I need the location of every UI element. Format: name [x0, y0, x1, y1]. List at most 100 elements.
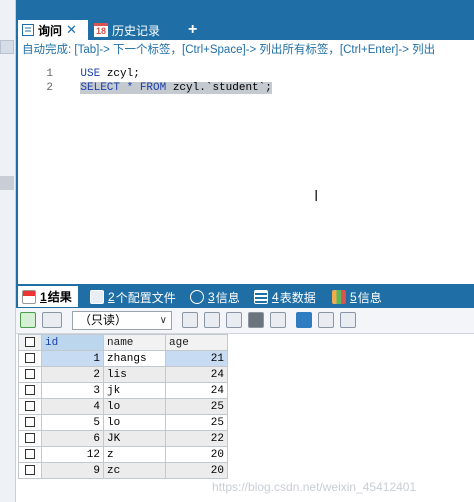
tab-history-label: 历史记录 — [112, 23, 161, 38]
tab-query-label: 询问 — [38, 23, 63, 38]
tab-info-num: 3 — [208, 290, 215, 304]
cell-age[interactable]: 20 — [165, 462, 228, 479]
info-icon — [190, 290, 204, 304]
tab-profile[interactable]: 2 个配置文件 — [90, 287, 176, 307]
tab-table-data[interactable]: 4 表数据 — [254, 287, 316, 307]
grid-view-icon[interactable] — [296, 312, 312, 328]
cell-id[interactable]: 4 — [41, 398, 104, 415]
tab-query[interactable]: 询问 ✕ — [18, 20, 88, 40]
sql-editor[interactable]: 自动完成: [Tab]-> 下一个标签，[Ctrl+Space]-> 列出所有标… — [16, 40, 474, 284]
cell-age[interactable]: 21 — [165, 350, 228, 367]
filter-icon[interactable] — [182, 312, 198, 328]
tab-profile-num: 2 — [108, 290, 115, 304]
cell-id[interactable]: 2 — [41, 366, 104, 383]
line-number: 2 — [46, 82, 54, 94]
open-editor-icon[interactable] — [204, 312, 220, 328]
info-chart-icon — [332, 290, 346, 304]
tab-table-data-label: 表数据 — [279, 290, 316, 305]
row-checkbox[interactable] — [18, 382, 42, 399]
tab-info-2-num: 5 — [350, 290, 357, 304]
cell-age[interactable]: 25 — [165, 398, 228, 415]
cell-name[interactable]: lo — [103, 398, 166, 415]
table-row[interactable]: 2 lis 24 — [18, 366, 228, 383]
cell-name[interactable]: JK — [103, 430, 166, 447]
result-tab-bar — [16, 284, 474, 308]
chevron-down-icon: ∨ — [159, 315, 167, 326]
cell-name[interactable]: zhangs — [103, 350, 166, 367]
grid-header-row: id name age — [18, 334, 228, 351]
cell-id[interactable]: 1 — [41, 350, 104, 367]
calendar-icon: 18 — [94, 23, 108, 37]
row-checkbox[interactable] — [18, 446, 42, 463]
code-line[interactable]: 1 USE zcyl; — [18, 56, 139, 80]
sql-keyword: SELECT * FROM — [80, 82, 167, 94]
row-checkbox[interactable] — [18, 350, 42, 367]
tab-profile-label: 个配置文件 — [115, 290, 176, 305]
tab-info-label: 信息 — [215, 290, 240, 305]
select-all-checkbox[interactable] — [18, 334, 42, 351]
row-checkbox[interactable] — [18, 366, 42, 383]
table-row[interactable]: 1 zhangs 21 — [18, 350, 228, 367]
tab-result-label: 结果 — [47, 290, 72, 304]
tab-table-data-num: 4 — [272, 290, 279, 304]
table-row[interactable]: 6 JK 22 — [18, 430, 228, 447]
code-line[interactable]: 2 SELECT * FROM zcyl.`student`; — [18, 70, 272, 94]
query-icon — [22, 24, 34, 36]
table-data-icon — [254, 290, 268, 304]
profile-icon — [90, 290, 104, 304]
column-header-name[interactable]: name — [103, 334, 166, 351]
save-icon[interactable] — [226, 312, 242, 328]
panel-marker-dark — [0, 176, 14, 190]
table-row[interactable]: 9 zc 20 — [18, 462, 228, 479]
cell-id[interactable]: 6 — [41, 430, 104, 447]
cell-id[interactable]: 9 — [41, 462, 104, 479]
row-checkbox[interactable] — [18, 430, 42, 447]
readonly-select-value: （只读） — [79, 313, 128, 327]
export-dropdown-icon[interactable] — [42, 312, 62, 328]
form-view-icon[interactable] — [318, 312, 334, 328]
tab-result-num: 1 — [40, 289, 47, 304]
cell-age[interactable]: 22 — [165, 430, 228, 447]
text-cursor-icon: I — [314, 188, 319, 205]
table-row[interactable]: 12 z 20 — [18, 446, 228, 463]
result-grid[interactable]: id name age 1 zhangs 21 2 lis 24 3 jk 24… — [18, 334, 228, 479]
autocomplete-hint: 自动完成: [Tab]-> 下一个标签，[Ctrl+Space]-> 列出所有标… — [22, 44, 436, 56]
panel-marker — [0, 40, 14, 54]
cell-age[interactable]: 20 — [165, 446, 228, 463]
cell-age[interactable]: 24 — [165, 366, 228, 383]
grid-result-icon — [22, 289, 36, 304]
cell-age[interactable]: 25 — [165, 414, 228, 431]
cell-id[interactable]: 12 — [41, 446, 104, 463]
sql-text: zcyl.`student`; — [166, 82, 272, 94]
table-row[interactable]: 3 jk 24 — [18, 382, 228, 399]
cell-name[interactable]: lis — [103, 366, 166, 383]
tab-history[interactable]: 18 历史记录 — [90, 20, 164, 40]
column-header-age[interactable]: age — [165, 334, 228, 351]
add-tab-button[interactable]: + — [184, 20, 201, 40]
column-header-id[interactable]: id — [41, 334, 104, 351]
delete-icon[interactable] — [248, 312, 264, 328]
cell-id[interactable]: 5 — [41, 414, 104, 431]
tab-result[interactable]: 1 结果 — [18, 286, 78, 307]
table-row[interactable]: 4 lo 25 — [18, 398, 228, 415]
cell-name[interactable]: jk — [103, 382, 166, 399]
table-row[interactable]: 5 lo 25 — [18, 414, 228, 431]
watermark: https://blog.csdn.net/weixin_45412401 — [212, 480, 417, 494]
row-checkbox[interactable] — [18, 414, 42, 431]
cell-name[interactable]: z — [103, 446, 166, 463]
text-view-icon[interactable] — [340, 312, 356, 328]
readonly-select[interactable]: （只读） ∨ — [72, 311, 172, 330]
row-checkbox[interactable] — [18, 462, 42, 479]
cell-age[interactable]: 24 — [165, 382, 228, 399]
tab-info-2[interactable]: 5 信息 — [332, 287, 382, 307]
cell-id[interactable]: 3 — [41, 382, 104, 399]
cell-name[interactable]: lo — [103, 414, 166, 431]
tab-info-2-label: 信息 — [357, 290, 382, 305]
tab-info[interactable]: 3 信息 — [190, 287, 240, 307]
row-checkbox[interactable] — [18, 398, 42, 415]
close-icon[interactable]: ✕ — [66, 22, 77, 38]
cell-name[interactable]: zc — [103, 462, 166, 479]
refresh-icon[interactable] — [20, 312, 36, 328]
duplicate-row-icon[interactable] — [270, 312, 286, 328]
left-panel-strip — [0, 0, 16, 502]
